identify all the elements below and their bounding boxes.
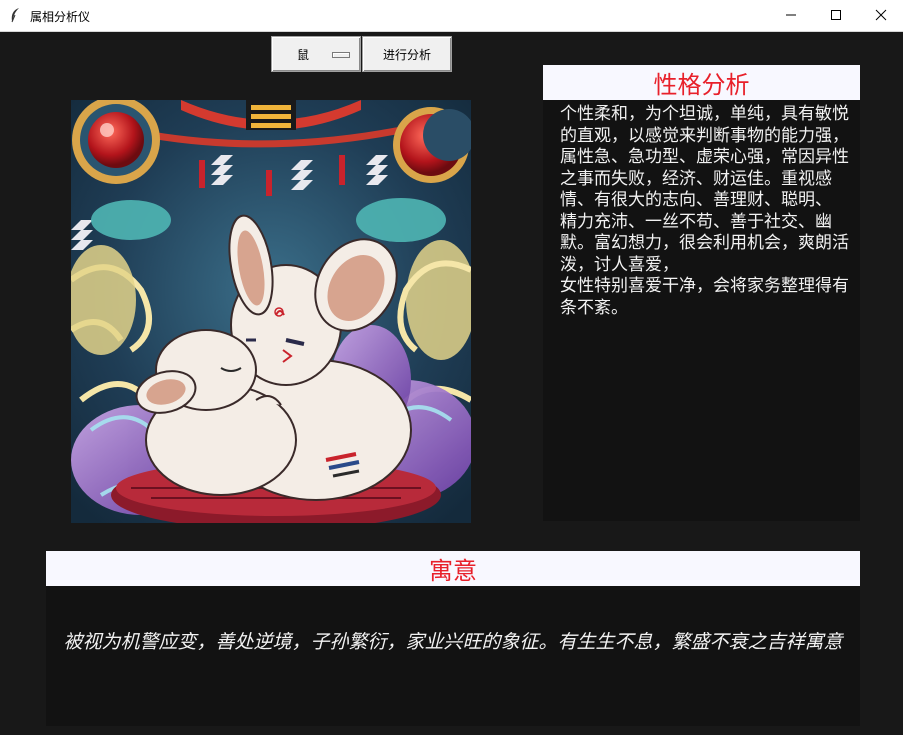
minimize-icon bbox=[785, 14, 796, 16]
minimize-button[interactable] bbox=[768, 0, 813, 30]
zodiac-select[interactable]: 鼠 bbox=[271, 36, 361, 72]
feather-icon bbox=[11, 8, 19, 23]
meaning-panel bbox=[46, 586, 860, 726]
close-button[interactable] bbox=[858, 0, 903, 30]
maximize-icon bbox=[830, 10, 841, 20]
option-menu-indicator-icon bbox=[332, 52, 350, 58]
zodiac-select-value: 鼠 bbox=[297, 48, 310, 62]
personality-title: 性格分析 bbox=[543, 65, 860, 100]
window-title: 属相分析仪 bbox=[30, 10, 91, 24]
meaning-text: 被视为机警应变，善处逆境，子孙繁衍，家业兴旺的象征。有生生不息，繁盛不衰之吉祥寓… bbox=[63, 631, 843, 653]
rat-illustration-image bbox=[71, 100, 471, 523]
window-titlebar: 属相分析仪 bbox=[0, 0, 903, 32]
toolbar: 鼠 进行分析 bbox=[271, 36, 452, 72]
meaning-title: 寓意 bbox=[46, 551, 860, 586]
analyze-button[interactable]: 进行分析 bbox=[362, 36, 452, 72]
zodiac-illustration bbox=[71, 100, 471, 523]
close-icon bbox=[875, 9, 886, 21]
maximize-button[interactable] bbox=[813, 0, 858, 30]
personality-text: 个性柔和，为个坦诚，单纯，具有敏悦的直观，以感觉来判断事物的能力强，属性急、急功… bbox=[560, 104, 849, 318]
